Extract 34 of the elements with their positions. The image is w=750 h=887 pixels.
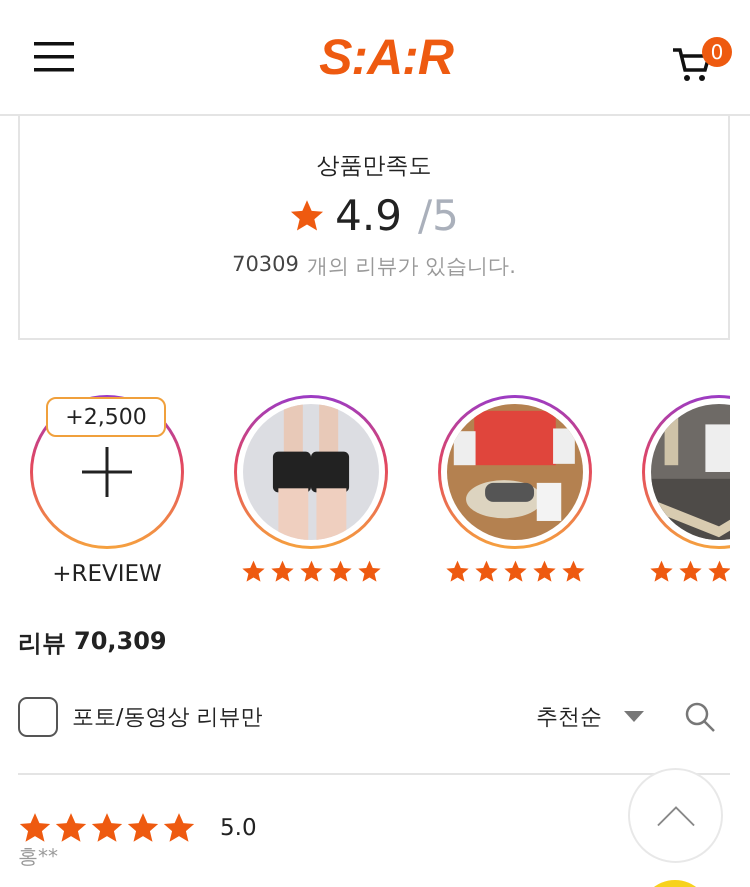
review-score: 5.0 — [220, 815, 257, 841]
reward-badge: +2,500 — [46, 397, 166, 437]
photo-review-checkbox[interactable] — [18, 697, 58, 737]
add-review-label: +REVIEW — [52, 561, 162, 587]
star-icon — [474, 559, 499, 584]
sort-dropdown[interactable]: 추천순 — [536, 702, 602, 732]
star-icon — [561, 559, 586, 584]
star-icon — [707, 559, 730, 584]
star-icon — [678, 559, 703, 584]
chevron-up-icon — [656, 804, 694, 826]
review-count: 70309 — [232, 252, 299, 278]
review-count-caption: 개의 리뷰가 있습니다. — [306, 253, 516, 280]
star-icon — [357, 559, 382, 584]
reviews-total: 70,309 — [74, 627, 167, 657]
star-icon — [532, 559, 557, 584]
star-icon — [328, 559, 353, 584]
star-icon — [270, 559, 295, 584]
star-icon — [649, 559, 674, 584]
add-review-button[interactable]: +2,500 — [30, 395, 184, 549]
star-icon — [241, 559, 266, 584]
star-icon — [299, 559, 324, 584]
reviews-heading: 리뷰 — [18, 628, 66, 659]
photo-review-label: 포토/동영상 리뷰만 — [72, 704, 262, 732]
cart-count-badge: 0 — [702, 37, 732, 67]
star-icon — [445, 559, 470, 584]
reviewer-name: 홍** — [18, 845, 59, 867]
star-icon — [503, 559, 528, 584]
search-icon[interactable] — [684, 701, 716, 733]
average-score: 4.9 — [335, 191, 402, 240]
satisfaction-title: 상품만족도 — [316, 152, 432, 181]
menu-icon[interactable] — [34, 42, 74, 72]
plus-icon — [82, 447, 132, 497]
caret-icon[interactable] — [624, 711, 644, 723]
max-score: /5 — [418, 191, 459, 240]
